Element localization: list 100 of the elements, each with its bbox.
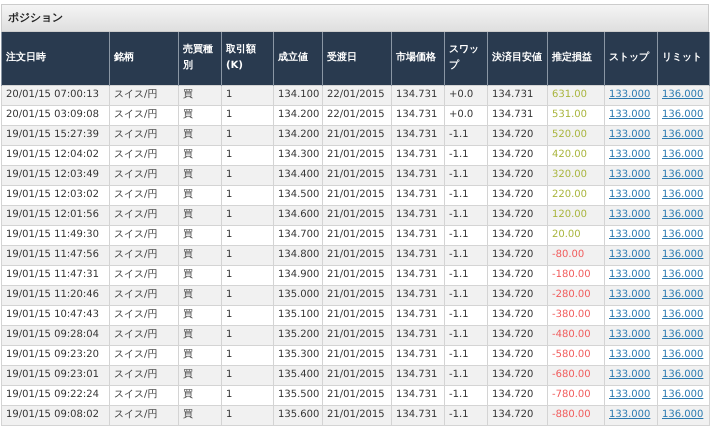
table-cell: 134.720 — [488, 225, 548, 245]
table-cell: 134.720 — [488, 285, 548, 305]
table-cell: 134.731 — [392, 305, 444, 325]
table-cell: 19/01/15 12:01:56 — [2, 205, 110, 225]
table-cell: -1.1 — [444, 385, 488, 405]
table-cell: 1 — [222, 385, 274, 405]
table-cell: スイス/円 — [110, 85, 178, 105]
table-cell: 134.731 — [392, 185, 444, 205]
table-cell: -180.00 — [548, 265, 604, 285]
table-cell: 21/01/2015 — [322, 225, 392, 245]
table-cell: 買 — [178, 365, 222, 385]
table-cell: 135.100 — [274, 305, 322, 325]
table-cell: 22/01/2015 — [322, 105, 392, 125]
table-cell: -1.1 — [444, 265, 488, 285]
table-cell: -880.00 — [548, 405, 604, 425]
table-cell: 19/01/15 09:22:24 — [2, 385, 110, 405]
table-cell: 134.720 — [488, 345, 548, 365]
table-cell: 134.300 — [274, 145, 322, 165]
table-cell: 買 — [178, 125, 222, 145]
table-cell: -280.00 — [548, 285, 604, 305]
table-cell: -1.1 — [444, 185, 488, 205]
table-cell: 134.900 — [274, 265, 322, 285]
table-cell: 134.700 — [274, 225, 322, 245]
table-cell: 買 — [178, 145, 222, 165]
table-cell: スイス/円 — [110, 205, 178, 225]
table-cell: 134.600 — [274, 205, 322, 225]
table-cell: 19/01/15 12:04:02 — [2, 145, 110, 165]
table-cell: 21/01/2015 — [322, 145, 392, 165]
table-cell: スイス/円 — [110, 225, 178, 245]
table-cell: -1.1 — [444, 285, 488, 305]
table-cell: 21/01/2015 — [322, 265, 392, 285]
table-cell: 134.720 — [488, 365, 548, 385]
table-cell: 134.731 — [392, 125, 444, 145]
table-cell: 134.731 — [392, 265, 444, 285]
table-cell: 134.731 — [392, 165, 444, 185]
table-cell: 買 — [178, 85, 222, 105]
table-cell: 買 — [178, 265, 222, 285]
table-cell: 21/01/2015 — [322, 405, 392, 425]
table-cell: 1 — [222, 245, 274, 265]
table-cell: 420.00 — [548, 145, 604, 165]
table-cell: 19/01/15 11:47:31 — [2, 265, 110, 285]
table-cell: 520.00 — [548, 125, 604, 145]
table-cell: 134.720 — [488, 305, 548, 325]
table-cell: 22/01/2015 — [322, 85, 392, 105]
table-cell: 320.00 — [548, 165, 604, 185]
table-cell: 21/01/2015 — [322, 305, 392, 325]
table-cell: 135.200 — [274, 325, 322, 345]
table-cell: 19/01/15 09:08:02 — [2, 405, 110, 425]
table-cell: 134.720 — [488, 385, 548, 405]
table-cell: -780.00 — [548, 385, 604, 405]
table-cell: 買 — [178, 325, 222, 345]
table-cell: 1 — [222, 85, 274, 105]
table-cell: -1.1 — [444, 365, 488, 385]
table-cell: 買 — [178, 305, 222, 325]
column-header: 決済目安値 — [488, 32, 548, 85]
table-cell: スイス/円 — [110, 165, 178, 185]
table-cell: 20/01/15 07:00:13 — [2, 85, 110, 105]
table-cell: 21/01/2015 — [322, 365, 392, 385]
table-cell: スイス/円 — [110, 325, 178, 345]
table-cell: 531.00 — [548, 105, 604, 125]
table-cell: 134.731 — [392, 365, 444, 385]
table-cell: -380.00 — [548, 305, 604, 325]
table-cell: -1.1 — [444, 225, 488, 245]
table-cell: -80.00 — [548, 245, 604, 265]
table-cell: 21/01/2015 — [322, 185, 392, 205]
table-cell: 134.720 — [488, 165, 548, 185]
table-cell: スイス/円 — [110, 145, 178, 165]
table-cell: 134.731 — [392, 345, 444, 365]
column-header: 成立値 — [274, 32, 322, 85]
table-cell: 134.720 — [488, 405, 548, 425]
table-cell: 134.720 — [488, 185, 548, 205]
table-cell: 19/01/15 12:03:02 — [2, 185, 110, 205]
table-cell: 1 — [222, 365, 274, 385]
table-cell: スイス/円 — [110, 405, 178, 425]
column-header: スワップ — [444, 32, 488, 85]
table-cell: 19/01/15 10:47:43 — [2, 305, 110, 325]
table-cell: 20.00 — [548, 225, 604, 245]
table-cell: 1 — [222, 165, 274, 185]
table-cell: -1.1 — [444, 125, 488, 145]
column-header: リミット — [658, 32, 710, 85]
table-cell: -1.1 — [444, 305, 488, 325]
table-cell: 134.731 — [392, 225, 444, 245]
table-cell: 19/01/15 12:03:49 — [2, 165, 110, 185]
table-cell: スイス/円 — [110, 125, 178, 145]
table-cell: 買 — [178, 285, 222, 305]
table-cell: -1.1 — [444, 245, 488, 265]
table-cell: 買 — [178, 385, 222, 405]
table-cell: 134.200 — [274, 125, 322, 145]
table-cell: 買 — [178, 165, 222, 185]
table-cell: スイス/円 — [110, 185, 178, 205]
table-cell: 19/01/15 09:23:20 — [2, 345, 110, 365]
table-cell: 買 — [178, 105, 222, 125]
table-cell: 21/01/2015 — [322, 285, 392, 305]
table-cell: 135.500 — [274, 385, 322, 405]
table-cell: 1 — [222, 205, 274, 225]
table-cell: +0.0 — [444, 105, 488, 125]
table-cell: 買 — [178, 225, 222, 245]
table-cell: 135.000 — [274, 285, 322, 305]
table-cell: 134.720 — [488, 205, 548, 225]
table-cell: 買 — [178, 245, 222, 265]
